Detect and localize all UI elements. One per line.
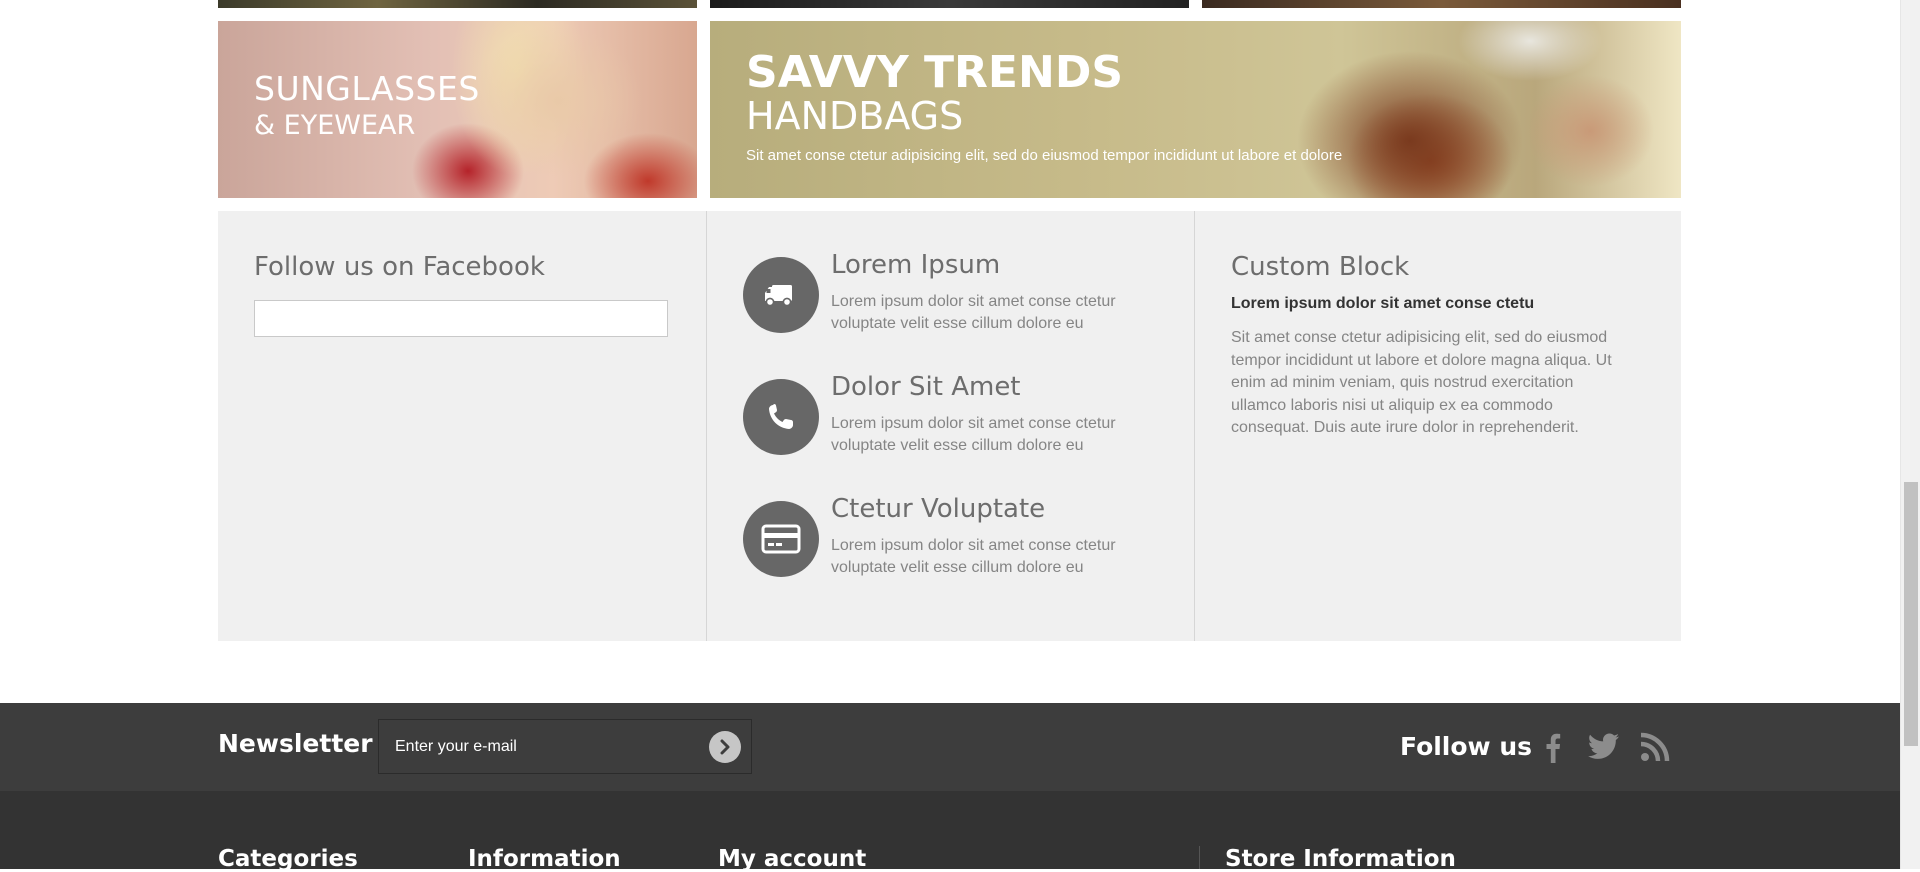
footer-heading-my-account: My account (718, 846, 867, 872)
feature-text: Lorem ipsum dolor sit amet conse ctetur … (831, 415, 1116, 454)
twitter-link[interactable] (1587, 729, 1621, 765)
product-image-bottom-3[interactable] (1202, 0, 1681, 8)
product-image-bottom-1[interactable] (218, 0, 697, 8)
facebook-widget[interactable] (254, 300, 668, 337)
chevron-right-icon (720, 739, 730, 755)
feature-item: Lorem Ipsum Lorem ipsum dolor sit amet c… (743, 251, 1173, 337)
feature-title: Ctetur Voluptate (831, 494, 1046, 524)
twitter-icon (1588, 733, 1619, 759)
newsletter-submit-button[interactable] (709, 731, 741, 763)
feature-title: Lorem Ipsum (831, 250, 1001, 280)
features-column: Lorem Ipsum Lorem ipsum dolor sit amet c… (706, 211, 1194, 641)
site-footer: Categories Information My account Store … (0, 791, 1900, 872)
feature-item: Dolor Sit Amet Lorem ipsum dolor sit ame… (743, 373, 1173, 459)
info-block: Follow us on Facebook Lorem Ipsum Lorem … (218, 211, 1681, 641)
phone-icon (743, 379, 819, 455)
feature-text: Lorem ipsum dolor sit amet conse ctetur … (831, 293, 1116, 332)
footer-heading-store-information: Store Information (1225, 846, 1456, 872)
feature-text: Lorem ipsum dolor sit amet conse ctetur … (831, 537, 1116, 576)
handbags-banner-title: SAVVY TRENDS (746, 47, 1124, 98)
handbags-banner[interactable]: SAVVY TRENDS HANDBAGS Sit amet conse cte… (710, 21, 1681, 198)
custom-block-title: Custom Block (1231, 252, 1410, 282)
sunglasses-banner[interactable]: SUNGLASSES & EYEWEAR (218, 21, 697, 198)
custom-block-subtitle: Lorem ipsum dolor sit amet conse ctetu (1231, 295, 1535, 312)
newsletter-label: Newsletter (218, 729, 373, 758)
sunglasses-banner-title: SUNGLASSES (254, 69, 480, 108)
truck-icon (743, 257, 819, 333)
scrollbar-thumb[interactable] (1904, 482, 1918, 746)
newsletter-email-input[interactable] (379, 720, 689, 773)
page-scrollbar[interactable] (1900, 0, 1920, 869)
handbags-banner-tagline: Sit amet conse ctetur adipisicing elit, … (746, 147, 1343, 164)
newsletter-form (378, 719, 752, 774)
product-image-bottom-2[interactable] (710, 0, 1189, 8)
rss-link[interactable] (1638, 729, 1672, 765)
footer-divider (1199, 846, 1200, 869)
feature-item: Ctetur Voluptate Lorem ipsum dolor sit a… (743, 495, 1173, 581)
footer-heading-information: Information (468, 846, 621, 872)
top-image-strip (218, 0, 1681, 8)
custom-block-column: Custom Block Lorem ipsum dolor sit amet … (1194, 211, 1682, 641)
facebook-icon (1546, 733, 1561, 763)
promo-banners: SUNGLASSES & EYEWEAR SAVVY TRENDS HANDBA… (218, 21, 1681, 198)
follow-us-label: Follow us (1400, 732, 1533, 761)
facebook-title: Follow us on Facebook (254, 252, 545, 282)
credit-card-icon (743, 501, 819, 577)
facebook-link[interactable] (1536, 729, 1570, 765)
newsletter-bar: Newsletter Follow us (0, 703, 1900, 791)
footer-heading-categories: Categories (218, 846, 358, 872)
sunglasses-banner-subtitle: & EYEWEAR (254, 110, 416, 141)
rss-icon (1640, 732, 1670, 762)
facebook-column: Follow us on Facebook (218, 211, 705, 641)
feature-title: Dolor Sit Amet (831, 372, 1021, 402)
custom-block-text: Sit amet conse ctetur adipisicing elit, … (1231, 329, 1612, 436)
handbags-banner-subtitle: HANDBAGS (746, 94, 964, 138)
